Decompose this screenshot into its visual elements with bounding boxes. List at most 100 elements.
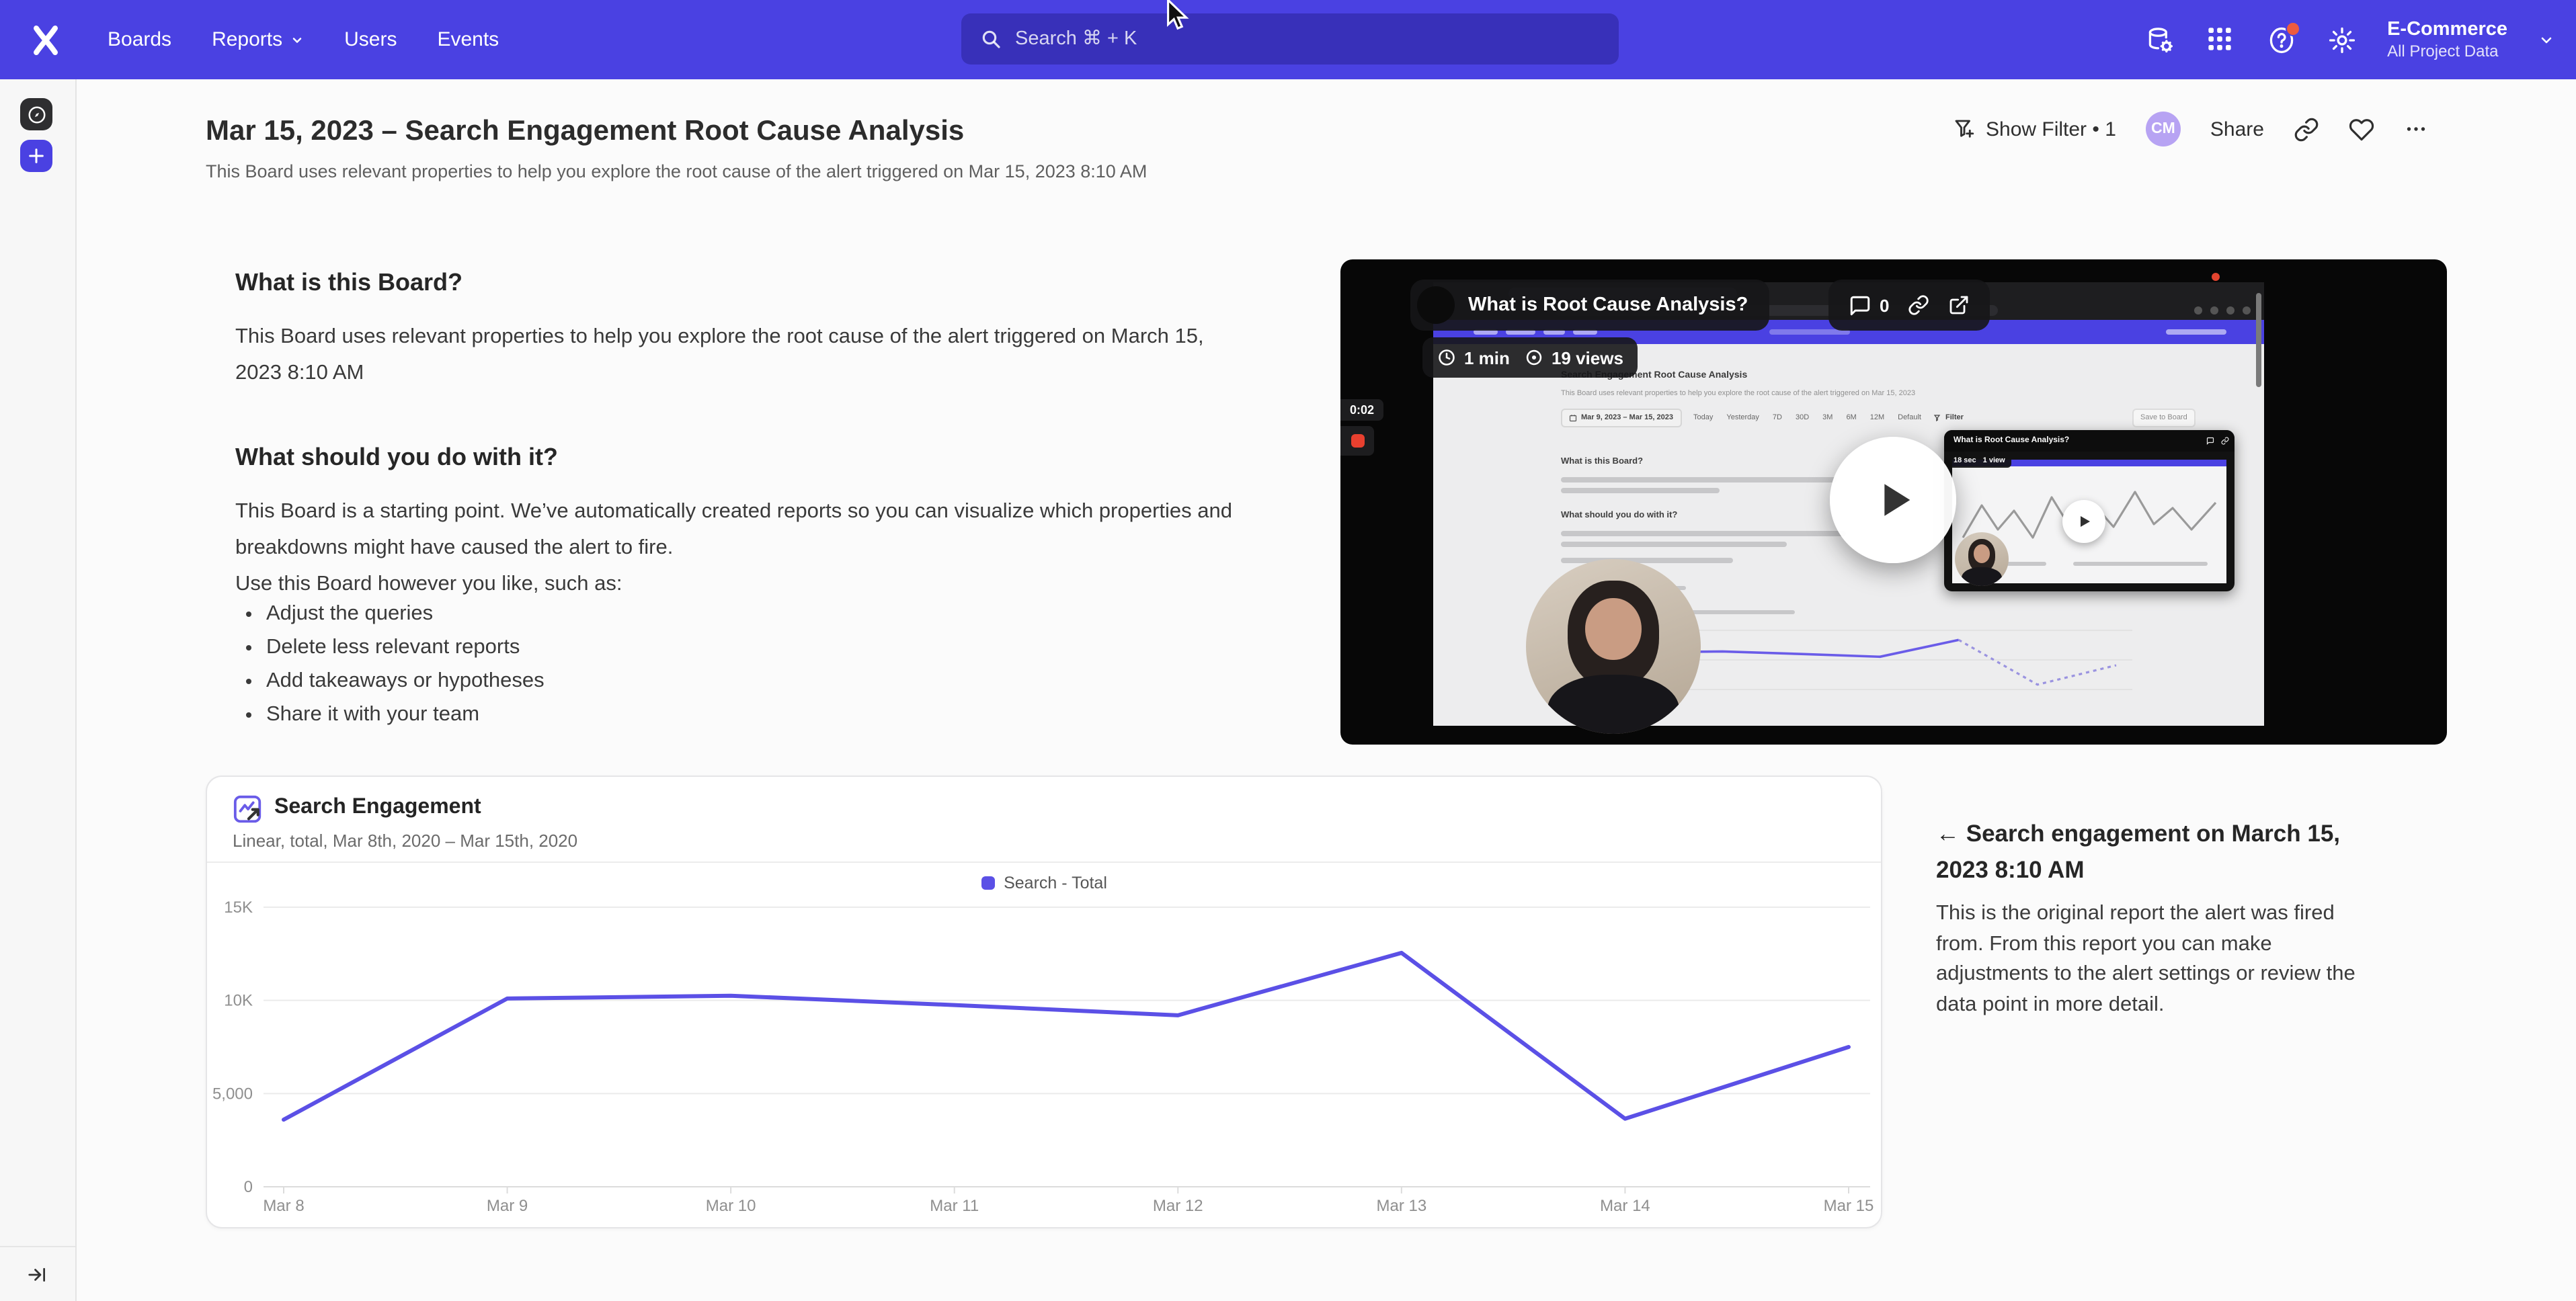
views-icon xyxy=(1525,348,1543,367)
doc-paragraph-3: Use this Board however you like, such as… xyxy=(235,566,1241,602)
search-icon xyxy=(980,28,1002,50)
presenter-webcam xyxy=(1526,559,1701,734)
mini-range-button: 7D xyxy=(1770,411,1785,425)
project-name: E-Commerce xyxy=(2387,17,2507,42)
side-note-heading: ← Search engagement on March 15, 2023 8:… xyxy=(1936,816,2353,888)
recording-dot xyxy=(2212,273,2220,281)
recorded-scrollbar xyxy=(2256,293,2261,387)
doc-heading-2: What should you do with it? xyxy=(235,444,558,472)
mini-player-title: What is Root Cause Analysis? xyxy=(1954,437,2200,445)
link-icon xyxy=(2294,116,2319,142)
bullet-item: Share it with your team xyxy=(266,703,545,727)
top-nav: Boards Reports Users Events Search ⌘ + K xyxy=(0,0,2576,79)
svg-text:15K: 15K xyxy=(224,898,253,917)
video-actions-pill: 0 xyxy=(1828,280,1990,331)
recorded-page-subtitle: This Board uses relevant properties to h… xyxy=(1561,390,1915,398)
board-controls: Show Filter • 1 CM Share xyxy=(1952,108,2428,151)
project-switcher[interactable]: E-Commerce All Project Data xyxy=(2387,17,2507,62)
calendar-icon xyxy=(1569,414,1577,422)
video-external-icon[interactable] xyxy=(1948,294,1970,316)
chevron-down-icon xyxy=(290,33,304,46)
svg-text:Mar 13: Mar 13 xyxy=(1377,1197,1427,1215)
discover-button[interactable] xyxy=(20,98,52,130)
avatar[interactable]: CM xyxy=(2146,112,2181,146)
play-button[interactable] xyxy=(1830,437,1956,563)
nav-item-events[interactable]: Events xyxy=(437,28,499,51)
nav-item-boards[interactable]: Boards xyxy=(108,28,171,51)
screen: Boards Reports Users Events Search ⌘ + K xyxy=(0,0,2576,1301)
app: Boards Reports Users Events Search ⌘ + K xyxy=(0,0,2576,1301)
side-note-body: This is the original report the alert wa… xyxy=(1936,899,2369,1020)
mini-range-button: 3M xyxy=(1820,411,1835,425)
mini-range-button: Yesterday xyxy=(1724,411,1762,425)
favorite-button[interactable] xyxy=(2349,116,2374,142)
mini-player-meta: 18 sec1 view xyxy=(1947,454,2012,468)
show-filter-button[interactable]: Show Filter • 1 xyxy=(1952,117,2116,141)
recorded-date-controls: Mar 9, 2023 – Mar 15, 2023 TodayYesterda… xyxy=(1561,409,1964,427)
video-duration: 1 min xyxy=(1464,347,1510,368)
mini-link-icon xyxy=(2221,437,2229,445)
share-button[interactable]: Share xyxy=(2210,118,2264,140)
recorded-save-to-board: Save to Board xyxy=(2132,409,2196,427)
settings-gear-icon[interactable] xyxy=(2327,25,2356,54)
show-filter-label: Show Filter • 1 xyxy=(1986,118,2116,140)
mini-range-button: 6M xyxy=(1843,411,1859,425)
doc-paragraph-2: This Board is a starting point. We’ve au… xyxy=(235,493,1241,566)
more-menu-button[interactable] xyxy=(2404,117,2428,141)
nav-item-reports[interactable]: Reports xyxy=(212,28,304,51)
mini-range-button: 30D xyxy=(1793,411,1812,425)
svg-text:0: 0 xyxy=(244,1178,253,1196)
bullet-item: Adjust the queries xyxy=(266,602,545,626)
mouse-cursor xyxy=(1164,0,1191,32)
create-board-button[interactable] xyxy=(20,140,52,172)
help-icon[interactable] xyxy=(2266,25,2296,54)
mixpanel-logo-icon[interactable] xyxy=(30,24,62,56)
recorded-mini-player: What is Root Cause Analysis? 18 sec1 vie… xyxy=(1944,430,2235,591)
recording-timer: 0:02 xyxy=(1340,399,1383,421)
video-comments-button[interactable]: 0 xyxy=(1849,294,1889,317)
board-title: Mar 15, 2023 – Search Engagement Root Ca… xyxy=(206,116,964,148)
heart-icon xyxy=(2349,116,2374,142)
apps-grid-icon[interactable] xyxy=(2206,25,2235,54)
doc-heading-1: What is this Board? xyxy=(235,269,462,297)
svg-text:10K: 10K xyxy=(224,992,253,1010)
notification-dot xyxy=(2285,21,2300,36)
mini-presenter-webcam xyxy=(1955,532,2009,586)
rail-divider xyxy=(0,1246,75,1247)
nav-links: Boards Reports Users Events xyxy=(108,0,499,79)
expand-right-icon xyxy=(27,1265,47,1285)
recorded-filter: Filter xyxy=(1933,414,1964,422)
record-button xyxy=(1340,426,1374,456)
video-link-icon[interactable] xyxy=(1908,294,1929,316)
project-scope: All Project Data xyxy=(2387,42,2507,62)
compass-icon xyxy=(26,104,46,124)
filter-plus-icon xyxy=(1952,117,1976,141)
data-management-icon[interactable] xyxy=(2145,25,2175,54)
video-player[interactable]: Search Engagement Root Cause Analysis Th… xyxy=(1340,259,2447,745)
nav-item-users[interactable]: Users xyxy=(344,28,397,51)
recorded-date-range: Mar 9, 2023 – Mar 15, 2023 xyxy=(1561,409,1681,427)
project-chevron-icon[interactable] xyxy=(2538,32,2554,48)
bullet-item: Delete less relevant reports xyxy=(266,636,545,660)
video-meta-pill: 1 min 19 views xyxy=(1422,337,1638,378)
doc-bullet-list: Adjust the queries Delete less relevant r… xyxy=(239,602,545,737)
expand-sidebar-button[interactable] xyxy=(27,1265,47,1285)
funnel-icon xyxy=(1933,414,1941,422)
mini-range-button: Default xyxy=(1895,411,1924,425)
line-chart: 05,00010K15KMar 8Mar 9Mar 10Mar 11Mar 12… xyxy=(207,777,1881,1227)
mini-range-button: 12M xyxy=(1867,411,1887,425)
copy-link-button[interactable] xyxy=(2294,116,2319,142)
recorded-range-buttons: TodayYesterday7D30D3M6M12MDefault xyxy=(1691,411,1924,425)
board-subtitle: This Board uses relevant properties to h… xyxy=(206,161,1147,181)
bullet-item: Add takeaways or hypotheses xyxy=(266,669,545,694)
svg-text:5,000: 5,000 xyxy=(212,1085,253,1103)
search-placeholder: Search ⌘ + K xyxy=(1015,28,1137,50)
report-card-search-engagement[interactable]: Search Engagement Linear, total, Mar 8th… xyxy=(206,775,1882,1228)
video-avatar xyxy=(1417,286,1455,324)
svg-text:Mar 11: Mar 11 xyxy=(930,1197,979,1215)
svg-text:Mar 12: Mar 12 xyxy=(1153,1197,1203,1215)
svg-text:Mar 15: Mar 15 xyxy=(1824,1197,1874,1215)
video-title: What is Root Cause Analysis? xyxy=(1468,294,1748,316)
svg-text:Mar 14: Mar 14 xyxy=(1600,1197,1650,1215)
search-input[interactable]: Search ⌘ + K xyxy=(961,13,1619,65)
